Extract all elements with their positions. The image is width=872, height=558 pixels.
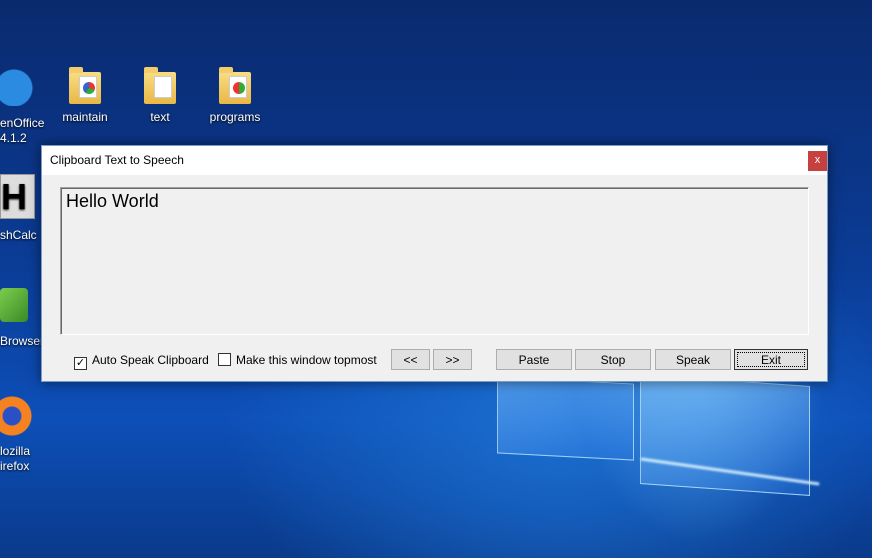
desktop-icon-label: shCalc bbox=[0, 228, 37, 242]
desktop-icon-hashcalc[interactable]: H shCalc bbox=[0, 174, 37, 243]
hashcalc-glyph: H bbox=[1, 176, 27, 217]
speech-text: Hello World bbox=[66, 191, 159, 211]
desktop-icon-firefox[interactable]: lozilla irefox bbox=[0, 394, 32, 474]
firefox-icon bbox=[0, 394, 32, 436]
desktop-icon-programs[interactable]: programs bbox=[197, 66, 273, 125]
folder-icon bbox=[217, 66, 253, 106]
desktop-icon-label: lozilla bbox=[0, 444, 31, 458]
auto-speak-label: Auto Speak Clipboard bbox=[92, 353, 209, 367]
desktop-icon-label: text bbox=[150, 110, 170, 124]
title-bar[interactable]: Clipboard Text to Speech x bbox=[42, 146, 827, 175]
desktop-icon-label: maintain bbox=[62, 110, 108, 124]
desktop-icon-label: irefox bbox=[0, 459, 30, 473]
folder-icon bbox=[67, 66, 103, 106]
checkbox-unchecked-icon bbox=[218, 353, 231, 366]
exit-button[interactable]: Exit bbox=[734, 349, 808, 370]
tts-dialog: Clipboard Text to Speech x Hello World ✓… bbox=[41, 145, 828, 382]
stop-button[interactable]: Stop bbox=[575, 349, 651, 370]
checkbox-checked-icon: ✓ bbox=[74, 357, 87, 370]
speak-button[interactable]: Speak bbox=[655, 349, 731, 370]
close-button[interactable]: x bbox=[808, 151, 827, 171]
desktop-icon-text[interactable]: text bbox=[122, 66, 198, 125]
topmost-label: Make this window topmost bbox=[236, 353, 377, 367]
auto-speak-checkbox[interactable]: ✓ Auto Speak Clipboard bbox=[74, 353, 209, 370]
topmost-checkbox[interactable]: Make this window topmost bbox=[218, 353, 377, 367]
desktop-icon-label: programs bbox=[209, 110, 261, 124]
folder-icon bbox=[142, 66, 178, 106]
desktop-icon-label: enOffice bbox=[0, 116, 45, 130]
desktop-icon-maintain[interactable]: maintain bbox=[47, 66, 123, 125]
paste-button[interactable]: Paste bbox=[496, 349, 572, 370]
previous-button[interactable]: << bbox=[391, 349, 430, 370]
wallpaper-pane-left bbox=[497, 376, 634, 461]
hashcalc-icon: H bbox=[0, 174, 35, 219]
desktop-icon-openoffice[interactable]: enOffice 4.1.2 bbox=[0, 66, 44, 146]
next-button[interactable]: >> bbox=[433, 349, 472, 370]
speech-text-area[interactable]: Hello World bbox=[60, 187, 809, 335]
desktop-icon-browser[interactable]: Browser bbox=[0, 288, 44, 349]
desktop-icon-label: 4.1.2 bbox=[0, 131, 27, 145]
window-title: Clipboard Text to Speech bbox=[50, 153, 184, 167]
browser-icon bbox=[0, 288, 28, 322]
desktop-icon-label: Browser bbox=[0, 334, 45, 348]
openoffice-icon bbox=[0, 66, 34, 106]
